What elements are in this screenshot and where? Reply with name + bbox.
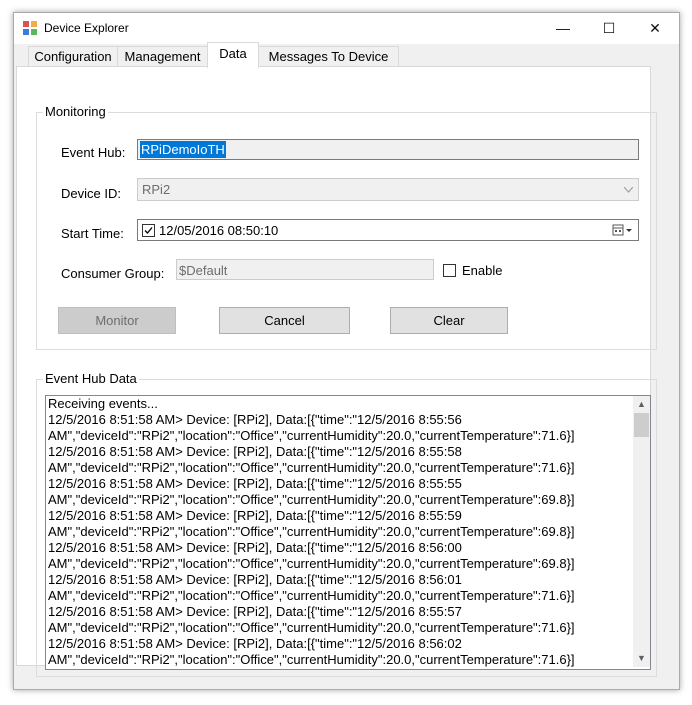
scroll-thumb[interactable]	[634, 413, 649, 437]
scroll-down-icon[interactable]: ▼	[633, 650, 650, 667]
log-line: AM","deviceId":"RPi2","location":"Office…	[48, 492, 575, 507]
log-line: 12/5/2016 8:51:58 AM> Device: [RPi2], Da…	[48, 444, 462, 459]
monitoring-group-title: Monitoring	[43, 104, 108, 119]
start-time-checkbox[interactable]	[142, 224, 155, 237]
event-hub-value: RPiDemoIoTH	[140, 141, 226, 158]
log-line: 12/5/2016 8:51:58 AM> Device: [RPi2], Da…	[48, 636, 462, 651]
clear-button[interactable]: Clear	[390, 307, 508, 334]
event-log-textbox[interactable]: Receiving events... 12/5/2016 8:51:58 AM>…	[45, 395, 651, 670]
log-line: Receiving events...	[48, 396, 158, 411]
vertical-scrollbar[interactable]: ▲ ▼	[633, 396, 650, 667]
minimize-button[interactable]: —	[540, 13, 586, 44]
log-line: AM","deviceId":"RPi2","location":"Office…	[48, 620, 575, 635]
window-title: Device Explorer	[44, 21, 129, 35]
enable-label: Enable	[462, 263, 503, 278]
consumer-group-label: Consumer Group:	[61, 266, 165, 281]
scroll-up-icon[interactable]: ▲	[633, 396, 650, 413]
start-time-value: 12/05/2016 08:50:10	[159, 223, 279, 238]
event-log-lines: Receiving events... 12/5/2016 8:51:58 AM>…	[48, 396, 630, 668]
log-line: 12/5/2016 8:51:58 AM> Device: [RPi2], Da…	[48, 572, 462, 587]
log-line: AM","deviceId":"RPi2","location":"Office…	[48, 652, 575, 667]
start-time-picker[interactable]: 12/05/2016 08:50:10	[137, 219, 639, 241]
device-id-value: RPi2	[142, 182, 171, 197]
close-button[interactable]: ✕	[632, 13, 678, 44]
maximize-button[interactable]: ☐	[586, 13, 632, 44]
calendar-dropdown-icon[interactable]	[612, 224, 634, 237]
checkmark-icon	[144, 227, 153, 234]
tab-configuration[interactable]: Configuration	[28, 46, 118, 67]
event-hub-field[interactable]: RPiDemoIoTH	[137, 139, 639, 160]
start-time-label: Start Time:	[61, 226, 124, 241]
log-line: AM","deviceId":"RPi2","location":"Office…	[48, 460, 575, 475]
app-icon	[23, 21, 37, 35]
minimize-icon: —	[556, 20, 570, 36]
log-line: AM","deviceId":"RPi2","location":"Office…	[48, 428, 575, 443]
event-hub-data-title: Event Hub Data	[43, 371, 139, 386]
log-line: 12/5/2016 8:51:58 AM> Device: [RPi2], Da…	[48, 412, 462, 427]
log-line: 12/5/2016 8:51:58 AM> Device: [RPi2], Da…	[48, 540, 462, 555]
title-bar[interactable]: Device Explorer — ☐ ✕	[14, 13, 679, 44]
enable-checkbox[interactable]	[443, 264, 456, 277]
monitor-button[interactable]: Monitor	[58, 307, 176, 334]
log-line: 12/5/2016 8:51:58 AM> Device: [RPi2], Da…	[48, 476, 462, 491]
cancel-button[interactable]: Cancel	[219, 307, 350, 334]
close-icon: ✕	[649, 20, 661, 36]
log-line: AM","deviceId":"RPi2","location":"Office…	[48, 556, 575, 571]
chevron-down-icon	[624, 187, 633, 193]
device-id-dropdown[interactable]: RPi2	[137, 178, 639, 201]
consumer-group-field[interactable]: $Default	[176, 259, 434, 280]
consumer-group-value: $Default	[179, 263, 228, 278]
log-line: AM","deviceId":"RPi2","location":"Office…	[48, 588, 575, 603]
tab-data[interactable]: Data	[207, 42, 259, 68]
tab-messages-to-device[interactable]: Messages To Device	[258, 46, 399, 67]
event-hub-label: Event Hub:	[61, 145, 126, 160]
log-line: AM","deviceId":"RPi2","location":"Office…	[48, 524, 575, 539]
tab-management[interactable]: Management	[117, 46, 208, 67]
log-line: 12/5/2016 8:51:58 AM> Device: [RPi2], Da…	[48, 508, 462, 523]
log-line: 12/5/2016 8:51:58 AM> Device: [RPi2], Da…	[48, 604, 462, 619]
device-id-label: Device ID:	[61, 186, 121, 201]
maximize-icon: ☐	[602, 20, 616, 36]
